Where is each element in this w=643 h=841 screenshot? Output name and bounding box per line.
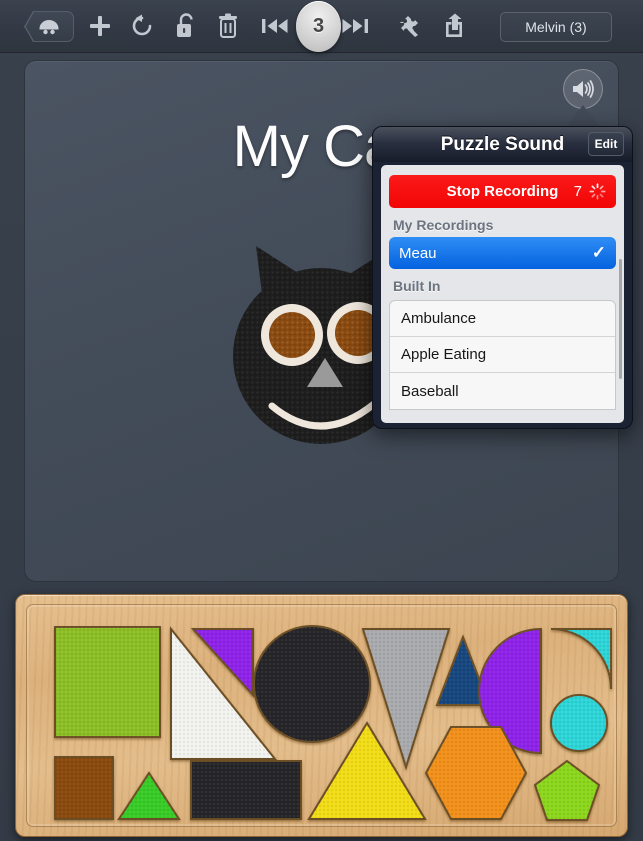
stop-recording-label: Stop Recording — [446, 183, 559, 200]
user-button[interactable]: Melvin (3) — [500, 12, 612, 42]
speaker-sound-icon — [573, 80, 594, 98]
checkmark-icon: ✓ — [591, 243, 606, 262]
delete-button[interactable] — [217, 13, 239, 39]
skip-previous-icon — [262, 19, 288, 33]
lock-button[interactable] — [174, 13, 198, 39]
trash-icon — [219, 13, 237, 38]
page-number-label: 3 — [312, 15, 325, 37]
back-button[interactable] — [24, 11, 74, 42]
stop-recording-button[interactable]: Stop Recording 7 — [389, 175, 616, 208]
sound-item-meau[interactable]: Meau ✓ — [389, 237, 616, 269]
puzzle-sound-popover: Puzzle Sound Edit Stop Recording 7 My Re… — [372, 126, 633, 429]
share-button[interactable] — [444, 13, 470, 39]
previous-page-button[interactable] — [261, 17, 289, 35]
popover-title: Puzzle Sound — [440, 133, 565, 155]
undo-button[interactable] — [130, 14, 154, 38]
puzzle-piece-icon — [400, 16, 418, 37]
edit-label: Edit — [594, 137, 618, 151]
popover-body: Stop Recording 7 My Recordings Meau ✓ Bu… — [381, 165, 624, 423]
section-header-my-recordings: My Recordings — [393, 217, 494, 233]
unlocked-padlock-icon — [177, 13, 193, 37]
popover-arrow — [566, 105, 600, 127]
sound-item-label: Baseball — [401, 382, 459, 400]
puzzle-button[interactable] — [396, 14, 422, 38]
shape-puzzle-tray[interactable] — [15, 594, 628, 837]
undo-icon — [132, 14, 152, 36]
next-page-button[interactable] — [341, 17, 369, 35]
list-item[interactable]: Baseball — [390, 373, 615, 409]
popover-scrollbar[interactable] — [619, 259, 622, 379]
share-export-icon — [446, 13, 462, 37]
add-button[interactable] — [88, 14, 112, 38]
built-in-sound-list: Ambulance Apple Eating Baseball — [389, 300, 616, 410]
sound-item-label: Meau — [399, 244, 437, 262]
skip-next-icon — [342, 19, 368, 33]
user-label: Melvin (3) — [525, 19, 587, 35]
back-app-icon — [39, 19, 59, 34]
list-item[interactable]: Apple Eating — [390, 337, 615, 373]
activity-spinner-icon — [589, 183, 606, 200]
list-item[interactable]: Ambulance — [390, 301, 615, 337]
tray-shapes[interactable] — [27, 605, 618, 828]
sound-item-label: Ambulance — [401, 310, 477, 327]
section-header-built-in: Built In — [393, 278, 441, 294]
page-number-badge[interactable]: 3 — [296, 1, 341, 52]
top-toolbar: 3 Melvin (3) — [0, 0, 643, 53]
popover-header: Puzzle Sound Edit — [373, 127, 632, 162]
recording-count: 7 — [573, 183, 582, 200]
edit-button[interactable]: Edit — [588, 132, 624, 156]
sound-button[interactable] — [563, 69, 603, 109]
tray-inner-frame — [26, 604, 617, 827]
app-root: 3 Melvin (3) My Cat Puzzle Sound Edit St… — [0, 0, 643, 841]
sound-item-label: Apple Eating — [401, 346, 487, 363]
plus-icon — [90, 16, 110, 36]
